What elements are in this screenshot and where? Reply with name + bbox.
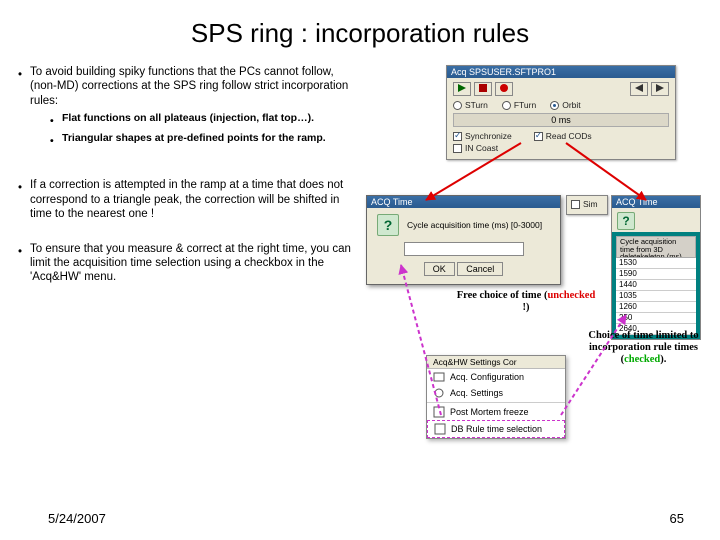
next-button[interactable] bbox=[651, 82, 669, 96]
table-row[interactable]: 1260 bbox=[616, 302, 696, 313]
annotation-limited: Choice of time limited to incorporation … bbox=[581, 330, 706, 366]
bullet-3: To ensure that you measure & correct at … bbox=[18, 242, 358, 285]
table-row[interactable]: 1440 bbox=[616, 280, 696, 291]
footer-date: 5/24/2007 bbox=[48, 511, 106, 526]
radio-fturn[interactable]: FTurn bbox=[502, 100, 536, 110]
bullet-2: If a correction is attempted in the ramp… bbox=[18, 178, 358, 221]
play-icon bbox=[458, 84, 466, 92]
checkbox-icon bbox=[433, 406, 445, 418]
stop-icon bbox=[479, 84, 487, 92]
table-body: 1530 1590 1440 1035 1260 250 2640 bbox=[616, 258, 696, 335]
record-button[interactable] bbox=[495, 82, 513, 96]
sub-bullet-2: Triangular shapes at pre-defined points … bbox=[50, 132, 358, 148]
play-button[interactable] bbox=[453, 82, 471, 96]
ok-button[interactable]: OK bbox=[424, 262, 455, 276]
cancel-button[interactable]: Cancel bbox=[457, 262, 503, 276]
text-column: To avoid building spiky functions that t… bbox=[18, 65, 358, 295]
bullet-1-text: To avoid building spiky functions that t… bbox=[30, 66, 348, 107]
arrow-right-icon bbox=[656, 84, 664, 92]
table-row[interactable]: 250 bbox=[616, 313, 696, 324]
dialog-label: Cycle acquisition time (ms) [0-3000] bbox=[407, 220, 542, 230]
record-icon bbox=[500, 84, 508, 92]
status-bar: 0 ms bbox=[453, 113, 669, 127]
bullet-1: To avoid building spiky functions that t… bbox=[18, 65, 358, 152]
footer-page: 65 bbox=[670, 511, 684, 526]
prev-button[interactable] bbox=[630, 82, 648, 96]
checkbox-sim[interactable]: Sim bbox=[571, 199, 598, 209]
footer: 5/24/2007 65 bbox=[0, 511, 720, 526]
stop-button[interactable] bbox=[474, 82, 492, 96]
annotation-free: Free choice of time (unchecked !) bbox=[456, 290, 596, 314]
menu-item-acq-config[interactable]: Acq. Configuration bbox=[427, 369, 565, 385]
acq-hw-menu: Acq&HW Settings Cor Acq. Configuration A… bbox=[426, 355, 566, 439]
checkbox-icon bbox=[434, 423, 446, 435]
table-row[interactable]: 1590 bbox=[616, 269, 696, 280]
checkbox-in-coast[interactable]: IN Coast bbox=[453, 143, 498, 153]
menu-bar[interactable]: Acq&HW Settings Cor bbox=[427, 356, 565, 369]
question-icon: ? bbox=[617, 212, 635, 230]
config-icon bbox=[433, 371, 445, 383]
checkbox-read-cods[interactable]: Read CODs bbox=[534, 131, 592, 141]
menu-item-post-mortem[interactable]: Post Mortem freeze bbox=[427, 404, 565, 420]
acq-panel-title: Acq SPSUSER.SFTPRO1 bbox=[447, 66, 675, 78]
radio-sturn[interactable]: STurn bbox=[453, 100, 488, 110]
menu-item-rule-time[interactable]: DB Rule time selection bbox=[427, 420, 565, 438]
acq-panel: Acq SPSUSER.SFTPRO1 bbox=[446, 65, 676, 160]
screenshots-column: Acq SPSUSER.SFTPRO1 bbox=[366, 65, 702, 295]
page-title: SPS ring : incorporation rules bbox=[0, 0, 720, 57]
dialog-title: ACQ Time bbox=[367, 196, 560, 208]
time-input[interactable] bbox=[404, 242, 524, 256]
sim-fragment: Sim bbox=[566, 195, 608, 215]
acq-time-dialog: ACQ Time ? Cycle acquisition time (ms) [… bbox=[366, 195, 561, 285]
gear-icon bbox=[433, 387, 445, 399]
table-row[interactable]: 1530 bbox=[616, 258, 696, 269]
question-icon: ? bbox=[377, 214, 399, 236]
table-row[interactable]: 1035 bbox=[616, 291, 696, 302]
arrow-left-icon bbox=[635, 84, 643, 92]
table-header: Cycle acquisition time from 3D deletekel… bbox=[616, 236, 696, 258]
sub-bullet-1: Flat functions on all plateaus (injectio… bbox=[50, 112, 358, 128]
radio-orbit[interactable]: Orbit bbox=[550, 100, 580, 110]
menu-item-acq-settings[interactable]: Acq. Settings bbox=[427, 385, 565, 401]
checkbox-synchronize[interactable]: Synchronize bbox=[453, 131, 512, 141]
table-panel-title: ACQ Time bbox=[612, 196, 700, 208]
acq-time-table-panel: ACQ Time ? Cycle acquisition time from 3… bbox=[611, 195, 701, 340]
